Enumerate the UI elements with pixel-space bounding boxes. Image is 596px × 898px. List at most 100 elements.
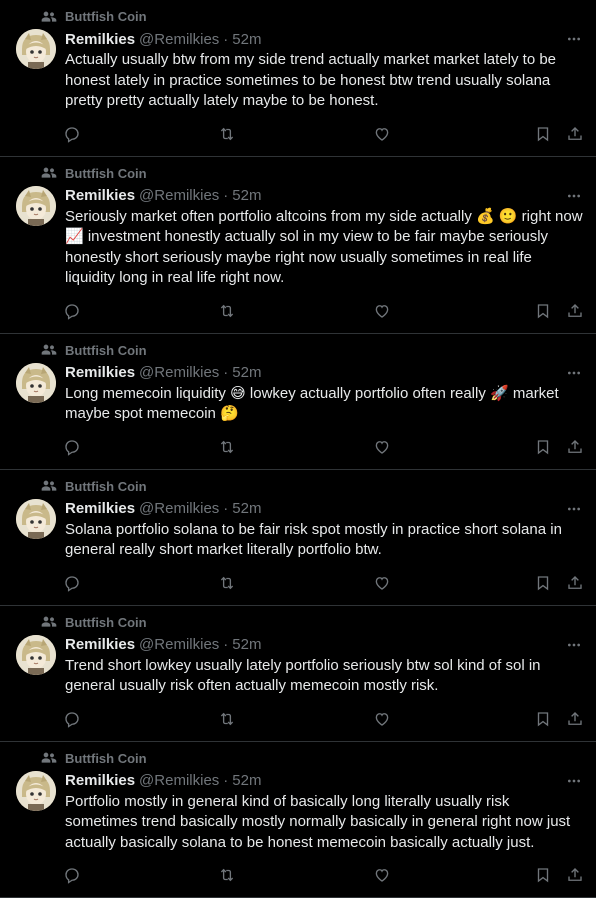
retweet-button[interactable] bbox=[218, 866, 373, 884]
user-handle[interactable]: @Remilkies bbox=[139, 772, 219, 789]
share-button[interactable] bbox=[566, 574, 584, 592]
reply-button[interactable] bbox=[63, 574, 218, 592]
timestamp[interactable]: 52m bbox=[232, 31, 261, 48]
share-button[interactable] bbox=[566, 438, 584, 456]
community-context[interactable]: Buttfish Coin bbox=[41, 478, 584, 495]
timestamp[interactable]: 52m bbox=[232, 364, 261, 381]
retweet-icon bbox=[218, 710, 236, 728]
bookmark-icon bbox=[534, 125, 552, 143]
retweet-button[interactable] bbox=[218, 125, 373, 143]
reply-button[interactable] bbox=[63, 302, 218, 320]
tweet-text: Seriously market often portfolio altcoin… bbox=[65, 207, 584, 289]
more-button[interactable] bbox=[564, 771, 584, 791]
separator-dot: · bbox=[223, 772, 228, 789]
timestamp[interactable]: 52m bbox=[232, 772, 261, 789]
like-icon bbox=[373, 302, 391, 320]
more-button[interactable] bbox=[564, 499, 584, 519]
avatar[interactable] bbox=[16, 29, 56, 69]
share-button[interactable] bbox=[566, 710, 584, 728]
retweet-icon bbox=[218, 302, 236, 320]
retweet-button[interactable] bbox=[218, 438, 373, 456]
bookmark-icon bbox=[534, 438, 552, 456]
more-button[interactable] bbox=[564, 186, 584, 206]
bookmark-button[interactable] bbox=[534, 574, 552, 592]
community-icon bbox=[41, 165, 57, 181]
user-handle[interactable]: @Remilkies bbox=[139, 364, 219, 381]
community-context[interactable]: Buttfish Coin bbox=[41, 8, 584, 25]
retweet-button[interactable] bbox=[218, 302, 373, 320]
display-name[interactable]: Remilkies bbox=[65, 187, 135, 204]
avatar[interactable] bbox=[16, 363, 56, 403]
more-icon bbox=[566, 31, 582, 47]
community-context[interactable]: Buttfish Coin bbox=[41, 342, 584, 359]
community-name: Buttfish Coin bbox=[65, 166, 147, 181]
bookmark-button[interactable] bbox=[534, 302, 552, 320]
tweet[interactable]: Buttfish Coin Remilkies bbox=[0, 470, 596, 606]
avatar[interactable] bbox=[16, 186, 56, 226]
like-button[interactable] bbox=[373, 125, 528, 143]
like-button[interactable] bbox=[373, 574, 528, 592]
user-handle[interactable]: @Remilkies bbox=[139, 636, 219, 653]
community-context[interactable]: Buttfish Coin bbox=[41, 165, 584, 182]
bookmark-button[interactable] bbox=[534, 438, 552, 456]
tweet-text: Long memecoin liquidity 😅 lowkey actuall… bbox=[65, 384, 584, 425]
reply-button[interactable] bbox=[63, 866, 218, 884]
user-handle[interactable]: @Remilkies bbox=[139, 187, 219, 204]
more-button[interactable] bbox=[564, 363, 584, 383]
retweet-button[interactable] bbox=[218, 574, 373, 592]
avatar[interactable] bbox=[16, 635, 56, 675]
like-icon bbox=[373, 866, 391, 884]
tweet[interactable]: Buttfish Coin Remilkies bbox=[0, 157, 596, 334]
timestamp[interactable]: 52m bbox=[232, 636, 261, 653]
more-icon bbox=[566, 365, 582, 381]
reply-button[interactable] bbox=[63, 125, 218, 143]
tweet[interactable]: Buttfish Coin Remilkies bbox=[0, 0, 596, 157]
timeline-feed: Buttfish Coin Remilkies bbox=[0, 0, 596, 898]
like-button[interactable] bbox=[373, 710, 528, 728]
like-button[interactable] bbox=[373, 302, 528, 320]
user-handle[interactable]: @Remilkies bbox=[139, 500, 219, 517]
bookmark-button[interactable] bbox=[534, 710, 552, 728]
share-button[interactable] bbox=[566, 302, 584, 320]
community-icon bbox=[41, 9, 57, 25]
user-handle[interactable]: @Remilkies bbox=[139, 31, 219, 48]
avatar[interactable] bbox=[16, 771, 56, 811]
display-name[interactable]: Remilkies bbox=[65, 636, 135, 653]
more-button[interactable] bbox=[564, 635, 584, 655]
community-context[interactable]: Buttfish Coin bbox=[41, 750, 584, 767]
tweet-actions bbox=[63, 124, 584, 144]
separator-dot: · bbox=[223, 31, 228, 48]
like-button[interactable] bbox=[373, 438, 528, 456]
tweet[interactable]: Buttfish Coin Remilkies bbox=[0, 742, 596, 898]
community-icon bbox=[41, 614, 57, 630]
display-name[interactable]: Remilkies bbox=[65, 364, 135, 381]
display-name[interactable]: Remilkies bbox=[65, 500, 135, 517]
like-button[interactable] bbox=[373, 866, 528, 884]
reply-button[interactable] bbox=[63, 710, 218, 728]
like-icon bbox=[373, 125, 391, 143]
separator-dot: · bbox=[223, 364, 228, 381]
more-button[interactable] bbox=[564, 29, 584, 49]
avatar-image bbox=[16, 363, 56, 403]
bookmark-button[interactable] bbox=[534, 866, 552, 884]
timestamp[interactable]: 52m bbox=[232, 187, 261, 204]
share-button[interactable] bbox=[566, 866, 584, 884]
tweet-actions bbox=[63, 301, 584, 321]
avatar[interactable] bbox=[16, 499, 56, 539]
bookmark-icon bbox=[534, 710, 552, 728]
tweet-actions bbox=[63, 573, 584, 593]
display-name[interactable]: Remilkies bbox=[65, 772, 135, 789]
community-name: Buttfish Coin bbox=[65, 479, 147, 494]
reply-button[interactable] bbox=[63, 438, 218, 456]
retweet-button[interactable] bbox=[218, 710, 373, 728]
bookmark-button[interactable] bbox=[534, 125, 552, 143]
community-icon bbox=[41, 342, 57, 358]
community-context[interactable]: Buttfish Coin bbox=[41, 614, 584, 631]
tweet-actions bbox=[63, 865, 584, 885]
share-button[interactable] bbox=[566, 125, 584, 143]
tweet[interactable]: Buttfish Coin Remilkies bbox=[0, 606, 596, 742]
display-name[interactable]: Remilkies bbox=[65, 31, 135, 48]
tweet[interactable]: Buttfish Coin Remilkies bbox=[0, 334, 596, 470]
share-icon bbox=[566, 438, 584, 456]
timestamp[interactable]: 52m bbox=[232, 500, 261, 517]
